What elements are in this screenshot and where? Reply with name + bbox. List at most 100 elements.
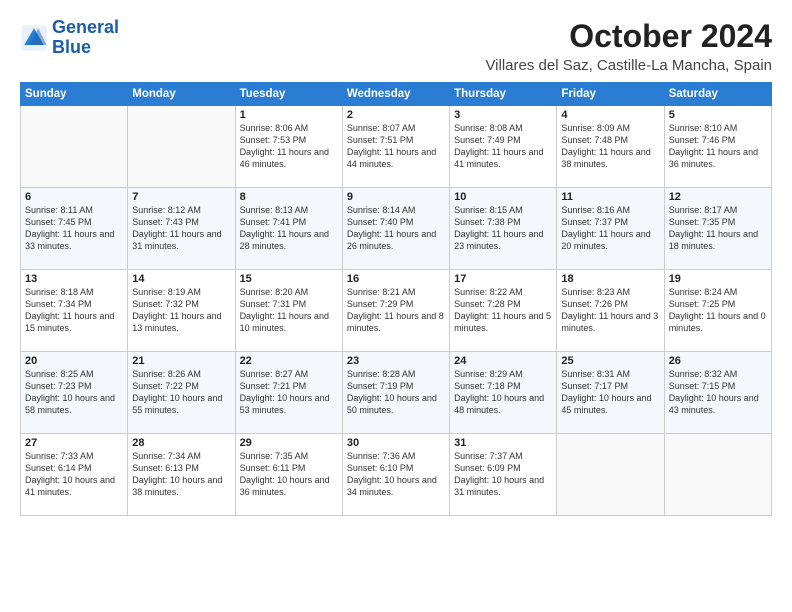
day-number: 25 [561,355,659,367]
calendar-cell: 18Sunrise: 8:23 AM Sunset: 7:26 PM Dayli… [557,270,664,352]
calendar-cell: 22Sunrise: 8:27 AM Sunset: 7:21 PM Dayli… [235,352,342,434]
calendar-week-4: 27Sunrise: 7:33 AM Sunset: 6:14 PM Dayli… [21,434,772,516]
day-info: Sunrise: 8:13 AM Sunset: 7:41 PM Dayligh… [240,204,338,253]
day-info: Sunrise: 8:17 AM Sunset: 7:35 PM Dayligh… [669,204,767,253]
day-info: Sunrise: 8:28 AM Sunset: 7:19 PM Dayligh… [347,368,445,417]
calendar-header-thursday: Thursday [450,83,557,106]
day-info: Sunrise: 8:12 AM Sunset: 7:43 PM Dayligh… [132,204,230,253]
calendar-header-row: SundayMondayTuesdayWednesdayThursdayFrid… [21,83,772,106]
day-info: Sunrise: 8:18 AM Sunset: 7:34 PM Dayligh… [25,286,123,335]
calendar-cell: 1Sunrise: 8:06 AM Sunset: 7:53 PM Daylig… [235,106,342,188]
calendar-cell: 4Sunrise: 8:09 AM Sunset: 7:48 PM Daylig… [557,106,664,188]
day-info: Sunrise: 8:19 AM Sunset: 7:32 PM Dayligh… [132,286,230,335]
day-info: Sunrise: 8:29 AM Sunset: 7:18 PM Dayligh… [454,368,552,417]
calendar-header-monday: Monday [128,83,235,106]
day-info: Sunrise: 8:06 AM Sunset: 7:53 PM Dayligh… [240,122,338,171]
day-info: Sunrise: 8:24 AM Sunset: 7:25 PM Dayligh… [669,286,767,335]
day-number: 23 [347,355,445,367]
calendar-table: SundayMondayTuesdayWednesdayThursdayFrid… [20,82,772,516]
page: General Blue October 2024 Villares del S… [0,0,792,612]
day-number: 4 [561,109,659,121]
day-info: Sunrise: 7:35 AM Sunset: 6:11 PM Dayligh… [240,450,338,499]
calendar-cell: 5Sunrise: 8:10 AM Sunset: 7:46 PM Daylig… [664,106,771,188]
day-number: 27 [25,437,123,449]
calendar-cell: 2Sunrise: 8:07 AM Sunset: 7:51 PM Daylig… [342,106,449,188]
day-info: Sunrise: 8:16 AM Sunset: 7:37 PM Dayligh… [561,204,659,253]
day-number: 21 [132,355,230,367]
calendar-header-sunday: Sunday [21,83,128,106]
calendar-header-saturday: Saturday [664,83,771,106]
day-info: Sunrise: 8:27 AM Sunset: 7:21 PM Dayligh… [240,368,338,417]
day-number: 11 [561,191,659,203]
day-number: 3 [454,109,552,121]
day-number: 29 [240,437,338,449]
calendar-cell: 10Sunrise: 8:15 AM Sunset: 7:38 PM Dayli… [450,188,557,270]
day-number: 2 [347,109,445,121]
day-number: 28 [132,437,230,449]
calendar-cell: 8Sunrise: 8:13 AM Sunset: 7:41 PM Daylig… [235,188,342,270]
logo-icon [20,24,48,52]
day-number: 10 [454,191,552,203]
logo-text: General Blue [52,18,119,58]
day-number: 6 [25,191,123,203]
day-info: Sunrise: 8:25 AM Sunset: 7:23 PM Dayligh… [25,368,123,417]
calendar-cell [664,434,771,516]
calendar-cell: 15Sunrise: 8:20 AM Sunset: 7:31 PM Dayli… [235,270,342,352]
calendar-cell: 31Sunrise: 7:37 AM Sunset: 6:09 PM Dayli… [450,434,557,516]
day-info: Sunrise: 7:34 AM Sunset: 6:13 PM Dayligh… [132,450,230,499]
day-number: 7 [132,191,230,203]
calendar-header-tuesday: Tuesday [235,83,342,106]
calendar-cell: 17Sunrise: 8:22 AM Sunset: 7:28 PM Dayli… [450,270,557,352]
calendar-cell: 23Sunrise: 8:28 AM Sunset: 7:19 PM Dayli… [342,352,449,434]
day-number: 16 [347,273,445,285]
logo-line2: Blue [52,38,119,58]
location-title: Villares del Saz, Castille-La Mancha, Sp… [485,57,772,74]
day-info: Sunrise: 8:07 AM Sunset: 7:51 PM Dayligh… [347,122,445,171]
day-number: 9 [347,191,445,203]
header: General Blue October 2024 Villares del S… [20,18,772,74]
calendar-cell: 12Sunrise: 8:17 AM Sunset: 7:35 PM Dayli… [664,188,771,270]
calendar-week-1: 6Sunrise: 8:11 AM Sunset: 7:45 PM Daylig… [21,188,772,270]
calendar-week-0: 1Sunrise: 8:06 AM Sunset: 7:53 PM Daylig… [21,106,772,188]
calendar-cell: 20Sunrise: 8:25 AM Sunset: 7:23 PM Dayli… [21,352,128,434]
calendar-cell: 11Sunrise: 8:16 AM Sunset: 7:37 PM Dayli… [557,188,664,270]
day-number: 19 [669,273,767,285]
calendar-cell: 29Sunrise: 7:35 AM Sunset: 6:11 PM Dayli… [235,434,342,516]
day-number: 12 [669,191,767,203]
calendar-header-friday: Friday [557,83,664,106]
day-number: 14 [132,273,230,285]
day-info: Sunrise: 8:11 AM Sunset: 7:45 PM Dayligh… [25,204,123,253]
calendar-cell [557,434,664,516]
day-info: Sunrise: 8:09 AM Sunset: 7:48 PM Dayligh… [561,122,659,171]
calendar-cell [128,106,235,188]
title-block: October 2024 Villares del Saz, Castille-… [485,18,772,74]
day-number: 17 [454,273,552,285]
calendar-cell: 24Sunrise: 8:29 AM Sunset: 7:18 PM Dayli… [450,352,557,434]
day-info: Sunrise: 7:36 AM Sunset: 6:10 PM Dayligh… [347,450,445,499]
day-number: 18 [561,273,659,285]
day-info: Sunrise: 8:31 AM Sunset: 7:17 PM Dayligh… [561,368,659,417]
calendar-cell: 27Sunrise: 7:33 AM Sunset: 6:14 PM Dayli… [21,434,128,516]
calendar-cell: 30Sunrise: 7:36 AM Sunset: 6:10 PM Dayli… [342,434,449,516]
calendar-cell: 7Sunrise: 8:12 AM Sunset: 7:43 PM Daylig… [128,188,235,270]
calendar-week-3: 20Sunrise: 8:25 AM Sunset: 7:23 PM Dayli… [21,352,772,434]
day-number: 5 [669,109,767,121]
day-info: Sunrise: 8:23 AM Sunset: 7:26 PM Dayligh… [561,286,659,335]
day-number: 24 [454,355,552,367]
calendar-cell: 28Sunrise: 7:34 AM Sunset: 6:13 PM Dayli… [128,434,235,516]
day-info: Sunrise: 8:15 AM Sunset: 7:38 PM Dayligh… [454,204,552,253]
day-info: Sunrise: 8:26 AM Sunset: 7:22 PM Dayligh… [132,368,230,417]
calendar-cell: 6Sunrise: 8:11 AM Sunset: 7:45 PM Daylig… [21,188,128,270]
calendar-cell: 3Sunrise: 8:08 AM Sunset: 7:49 PM Daylig… [450,106,557,188]
month-title: October 2024 [485,18,772,55]
day-number: 22 [240,355,338,367]
day-number: 13 [25,273,123,285]
calendar-week-2: 13Sunrise: 8:18 AM Sunset: 7:34 PM Dayli… [21,270,772,352]
calendar-cell [21,106,128,188]
day-number: 30 [347,437,445,449]
day-number: 1 [240,109,338,121]
day-number: 15 [240,273,338,285]
day-info: Sunrise: 8:22 AM Sunset: 7:28 PM Dayligh… [454,286,552,335]
day-number: 20 [25,355,123,367]
day-info: Sunrise: 8:21 AM Sunset: 7:29 PM Dayligh… [347,286,445,335]
